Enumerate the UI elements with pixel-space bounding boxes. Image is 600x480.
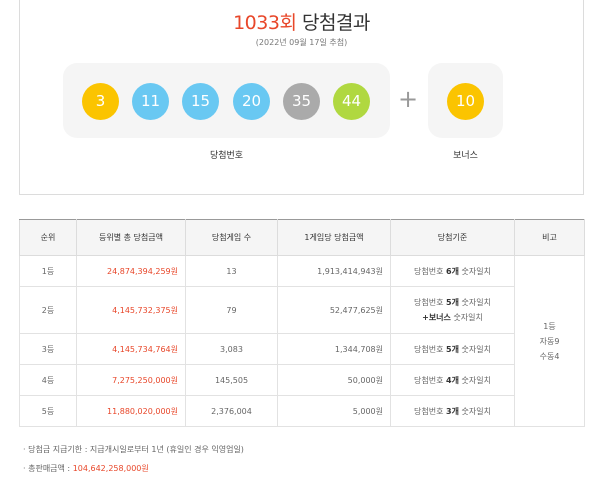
criteria-cell: 당첨번호 4개 숫자일치 xyxy=(390,364,515,396)
rank-cell: 2등 xyxy=(19,286,77,334)
col-criteria: 당첨기준 xyxy=(390,219,515,256)
games-cell: 2,376,004 xyxy=(185,395,278,427)
col-note: 비고 xyxy=(514,219,585,256)
games-cell: 13 xyxy=(185,255,278,287)
bonus-ball: 10 xyxy=(447,83,484,120)
prize-table: 순위 등위별 총 당첨금액 당첨게임 수 1게임당 당첨금액 당첨기준 비고 1… xyxy=(19,219,585,427)
table-header-row: 순위 등위별 총 당첨금액 당첨게임 수 1게임당 당첨금액 당첨기준 비고 xyxy=(19,219,585,256)
bonus-label: 보너스 xyxy=(453,151,478,161)
games-cell: 79 xyxy=(185,286,278,334)
table-row: 5등 11,880,020,000원 2,376,004 5,000원 당첨번호… xyxy=(19,395,585,427)
per-game-cell: 52,477,625원 xyxy=(277,286,391,334)
games-cell: 3,083 xyxy=(185,333,278,365)
criteria-count: 3개 xyxy=(446,406,459,416)
ball-4: 20 xyxy=(233,83,270,120)
total-prize-cell: 11,880,020,000원 xyxy=(76,395,186,427)
round-number: 1033회 xyxy=(233,12,297,34)
criteria-count: 5개 xyxy=(446,344,459,354)
criteria-count: 4개 xyxy=(446,375,459,385)
bonus-number-panel: 10 xyxy=(428,63,503,138)
criteria-text: 숫자일치 xyxy=(458,406,491,416)
total-prize-cell: 4,145,734,764원 xyxy=(76,333,186,365)
per-game-cell: 1,913,414,943원 xyxy=(277,255,391,287)
criteria-text: 숫자일치 xyxy=(458,375,491,385)
criteria-text: 당첨번호 xyxy=(414,406,447,416)
deadline-note: · 당첨금 지급기한 : 지급개시일로부터 1년 (휴일인 경우 익영업일) xyxy=(23,444,244,463)
winning-numbers-panel: 3 11 15 20 35 44 xyxy=(63,63,390,138)
table-row: 4등 7,275,250,000원 145,505 50,000원 당첨번호 4… xyxy=(19,364,585,396)
table-row: 3등 4,145,734,764원 3,083 1,344,708원 당첨번호 … xyxy=(19,333,585,365)
footnotes: · 당첨금 지급기한 : 지급개시일로부터 1년 (휴일인 경우 익영업일) ·… xyxy=(23,444,244,480)
criteria-cell: 당첨번호 3개 숫자일치 xyxy=(390,395,515,427)
criteria-text: 숫자일치 xyxy=(458,266,491,276)
criteria-cell: 당첨번호 6개 숫자일치 xyxy=(390,255,515,287)
criteria-text: 숫자일치 xyxy=(458,298,491,307)
title-suffix: 당첨결과 xyxy=(296,12,370,34)
col-winning-games: 당첨게임 수 xyxy=(185,219,278,256)
rank-cell: 3등 xyxy=(19,333,77,365)
bullet-icon: · xyxy=(23,445,26,454)
criteria-bonus: +보너스 xyxy=(422,313,451,322)
note-cell: 1등 자동9 수동4 xyxy=(514,255,585,427)
criteria-text: 당첨번호 xyxy=(414,298,447,307)
rank-cell: 1등 xyxy=(19,255,77,287)
criteria-text: 숫자일치 xyxy=(458,344,491,354)
rank-cell: 5등 xyxy=(19,395,77,427)
criteria-text: 당첨번호 xyxy=(414,266,447,276)
sales-value: 104,642,258,000원 xyxy=(72,464,149,473)
bullet-icon: · xyxy=(23,464,26,473)
draw-date: (2022년 09월 17일 추첨) xyxy=(255,38,348,47)
table-row: 2등 4,145,732,375원 79 52,477,625원 당첨번호 5개… xyxy=(19,286,585,334)
rank-cell: 4등 xyxy=(19,364,77,396)
table-row: 1등 24,874,394,259원 13 1,913,414,943원 당첨번… xyxy=(19,255,585,427)
plus-icon: + xyxy=(398,85,419,113)
col-rank: 순위 xyxy=(19,219,77,256)
criteria-count: 6개 xyxy=(446,266,459,276)
ball-5: 35 xyxy=(283,83,320,120)
per-game-cell: 1,344,708원 xyxy=(277,333,391,365)
note-line: 1등 xyxy=(543,321,556,331)
col-per-game-prize: 1게임당 당첨금액 xyxy=(277,219,391,256)
total-prize-cell: 24,874,394,259원 xyxy=(76,255,186,287)
criteria-count: 5개 xyxy=(446,298,459,307)
note-line: 수동4 xyxy=(539,351,560,361)
deadline-text: 당첨금 지급기한 : 지급개시일로부터 1년 (휴일인 경우 익영업일) xyxy=(28,445,244,454)
games-cell: 145,505 xyxy=(185,364,278,396)
per-game-cell: 50,000원 xyxy=(277,364,391,396)
total-prize-cell: 7,275,250,000원 xyxy=(76,364,186,396)
note-line: 자동9 xyxy=(539,336,560,346)
ball-2: 11 xyxy=(132,83,169,120)
criteria-text: 당첨번호 xyxy=(414,344,447,354)
col-total-prize: 등위별 총 당첨금액 xyxy=(76,219,186,256)
winning-numbers-label: 당첨번호 xyxy=(209,151,244,161)
page-title: 1033회 당첨결과 xyxy=(20,8,583,35)
sales-note: · 총판매금액 : 104,642,258,000원 xyxy=(23,463,244,480)
total-prize-cell: 4,145,732,375원 xyxy=(76,286,186,334)
ball-1: 3 xyxy=(82,83,119,120)
ball-3: 15 xyxy=(182,83,219,120)
per-game-cell: 5,000원 xyxy=(277,395,391,427)
criteria-text: 당첨번호 xyxy=(414,375,447,385)
ball-6: 44 xyxy=(333,83,370,120)
sales-label: 총판매금액 : xyxy=(28,464,73,473)
criteria-cell: 당첨번호 5개 숫자일치 xyxy=(390,333,515,365)
criteria-cell: 당첨번호 5개 숫자일치 +보너스 숫자일치 xyxy=(390,286,515,334)
criteria-text: 숫자일치 xyxy=(450,313,483,322)
